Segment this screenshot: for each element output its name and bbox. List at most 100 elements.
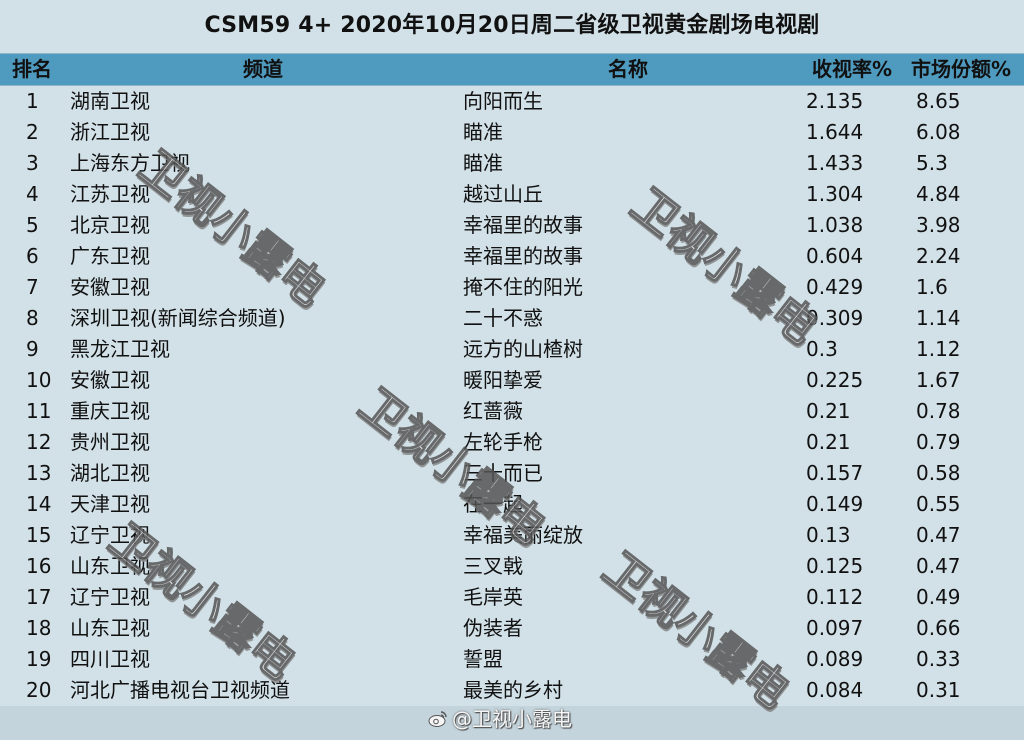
cell-rank: 5	[26, 213, 39, 237]
cell-name: 越过山丘	[463, 182, 543, 206]
cell-name: 幸福里的故事	[463, 213, 583, 237]
table-body: 1 湖南卫视 向阳而生 2.135 8.65 2 浙江卫视 瞄准 1.644 6.08 3 上海东方卫…	[0, 86, 1024, 706]
cell-rank: 15	[26, 523, 52, 547]
cell-share: 1.67	[916, 368, 961, 392]
cell-rating: 0.157	[806, 461, 864, 485]
cell-rank: 1	[26, 89, 39, 113]
cell-rank: 10	[26, 368, 52, 392]
header-share: 市场份额%	[911, 57, 1012, 81]
table-row: 13 湖北卫视 三十而已 0.157 0.58	[0, 458, 1024, 489]
cell-name: 毛岸英	[463, 585, 523, 609]
cell-rating: 1.433	[806, 151, 864, 175]
cell-channel: 四川卫视	[70, 647, 150, 671]
cell-name: 在一起	[463, 492, 523, 516]
header-rating: 收视率%	[812, 57, 893, 81]
cell-rating: 0.13	[806, 523, 851, 547]
cell-share: 0.58	[916, 461, 961, 485]
cell-name: 伪装者	[463, 616, 523, 640]
table-row: 6 广东卫视 幸福里的故事 0.604 2.24	[0, 241, 1024, 272]
table-row: 14 天津卫视 在一起 0.149 0.55	[0, 489, 1024, 520]
cell-share: 0.33	[916, 647, 961, 671]
table-row: 18 山东卫视 伪装者 0.097 0.66	[0, 613, 1024, 644]
cell-name: 掩不住的阳光	[463, 275, 583, 299]
cell-channel: 山东卫视	[70, 554, 150, 578]
cell-share: 1.14	[916, 306, 961, 330]
table-row: 2 浙江卫视 瞄准 1.644 6.08	[0, 117, 1024, 148]
header-rank: 排名	[12, 57, 52, 81]
cell-share: 0.78	[916, 399, 961, 423]
cell-channel: 深圳卫视(新闻综合频道)	[70, 306, 286, 330]
table-row: 17 辽宁卫视 毛岸英 0.112 0.49	[0, 582, 1024, 613]
cell-share: 1.6	[916, 275, 948, 299]
cell-rating: 0.604	[806, 244, 864, 268]
cell-share: 1.12	[916, 337, 961, 361]
cell-rating: 0.21	[806, 399, 851, 423]
cell-channel: 广东卫视	[70, 244, 150, 268]
table-row: 3 上海东方卫视 瞄准 1.433 5.3	[0, 148, 1024, 179]
cell-rank: 17	[26, 585, 52, 609]
cell-share: 4.84	[916, 182, 961, 206]
cell-channel: 重庆卫视	[70, 399, 150, 423]
cell-rating: 0.309	[806, 306, 864, 330]
cell-rank: 14	[26, 492, 52, 516]
cell-rank: 18	[26, 616, 52, 640]
cell-rank: 2	[26, 120, 39, 144]
weibo-icon	[428, 711, 447, 727]
cell-share: 0.47	[916, 554, 961, 578]
cell-share: 0.55	[916, 492, 961, 516]
cell-channel: 湖南卫视	[70, 89, 150, 113]
cell-rank: 19	[26, 647, 52, 671]
cell-channel: 浙江卫视	[70, 120, 150, 144]
table-row: 1 湖南卫视 向阳而生 2.135 8.65	[0, 86, 1024, 117]
cell-name: 幸福里的故事	[463, 244, 583, 268]
cell-channel: 黑龙江卫视	[70, 337, 170, 361]
page-title: CSM59 4+ 2020年10月20日周二省级卫视黄金剧场电视剧	[204, 13, 820, 38]
header-name: 名称	[608, 57, 648, 81]
cell-name: 瞄准	[463, 120, 503, 144]
cell-rank: 16	[26, 554, 52, 578]
cell-name: 最美的乡村	[463, 678, 563, 702]
cell-rank: 11	[26, 399, 52, 423]
table-row: 20 河北广播电视台卫视频道 最美的乡村 0.084 0.31	[0, 675, 1024, 706]
cell-channel: 辽宁卫视	[70, 523, 150, 547]
table-row: 12 贵州卫视 左轮手枪 0.21 0.79	[0, 427, 1024, 458]
cell-channel: 北京卫视	[70, 213, 150, 237]
cell-rank: 8	[26, 306, 39, 330]
cell-rating: 0.084	[806, 678, 864, 702]
cell-channel: 江苏卫视	[70, 182, 150, 206]
cell-name: 红蔷薇	[463, 399, 523, 423]
table-row: 7 安徽卫视 掩不住的阳光 0.429 1.6	[0, 272, 1024, 303]
header-channel: 频道	[243, 57, 283, 81]
cell-rating: 1.644	[806, 120, 864, 144]
cell-channel: 安徽卫视	[70, 368, 150, 392]
cell-rating: 0.112	[806, 585, 864, 609]
cell-rating: 0.097	[806, 616, 864, 640]
cell-rank: 3	[26, 151, 39, 175]
cell-share: 2.24	[916, 244, 961, 268]
cell-share: 0.31	[916, 678, 961, 702]
cell-rank: 9	[26, 337, 39, 361]
cell-share: 5.3	[916, 151, 948, 175]
cell-name: 幸福美丽绽放	[463, 523, 583, 547]
cell-channel: 安徽卫视	[70, 275, 150, 299]
table-row: 8 深圳卫视(新闻综合频道) 二十不惑 0.309 1.14	[0, 303, 1024, 334]
table-row: 19 四川卫视 誓盟 0.089 0.33	[0, 644, 1024, 675]
cell-name: 左轮手枪	[463, 430, 543, 454]
cell-channel: 湖北卫视	[70, 461, 150, 485]
cell-rating: 0.089	[806, 647, 864, 671]
cell-name: 远方的山楂树	[463, 337, 583, 361]
cell-share: 0.49	[916, 585, 961, 609]
cell-share: 6.08	[916, 120, 961, 144]
table-row: 4 江苏卫视 越过山丘 1.304 4.84	[0, 179, 1024, 210]
cell-channel: 贵州卫视	[70, 430, 150, 454]
table-row: 11 重庆卫视 红蔷薇 0.21 0.78	[0, 396, 1024, 427]
cell-name: 二十不惑	[463, 306, 543, 330]
cell-rating: 1.304	[806, 182, 864, 206]
cell-name: 暖阳挚爱	[463, 368, 543, 392]
table-row: 9 黑龙江卫视 远方的山楂树 0.3 1.12	[0, 334, 1024, 365]
cell-rating: 0.149	[806, 492, 864, 516]
cell-channel: 上海东方卫视	[70, 151, 190, 175]
cell-name: 瞄准	[463, 151, 503, 175]
ratings-page: CSM59 4+ 2020年10月20日周二省级卫视黄金剧场电视剧 排名 频道 …	[0, 0, 1024, 740]
cell-name: 誓盟	[463, 647, 503, 671]
